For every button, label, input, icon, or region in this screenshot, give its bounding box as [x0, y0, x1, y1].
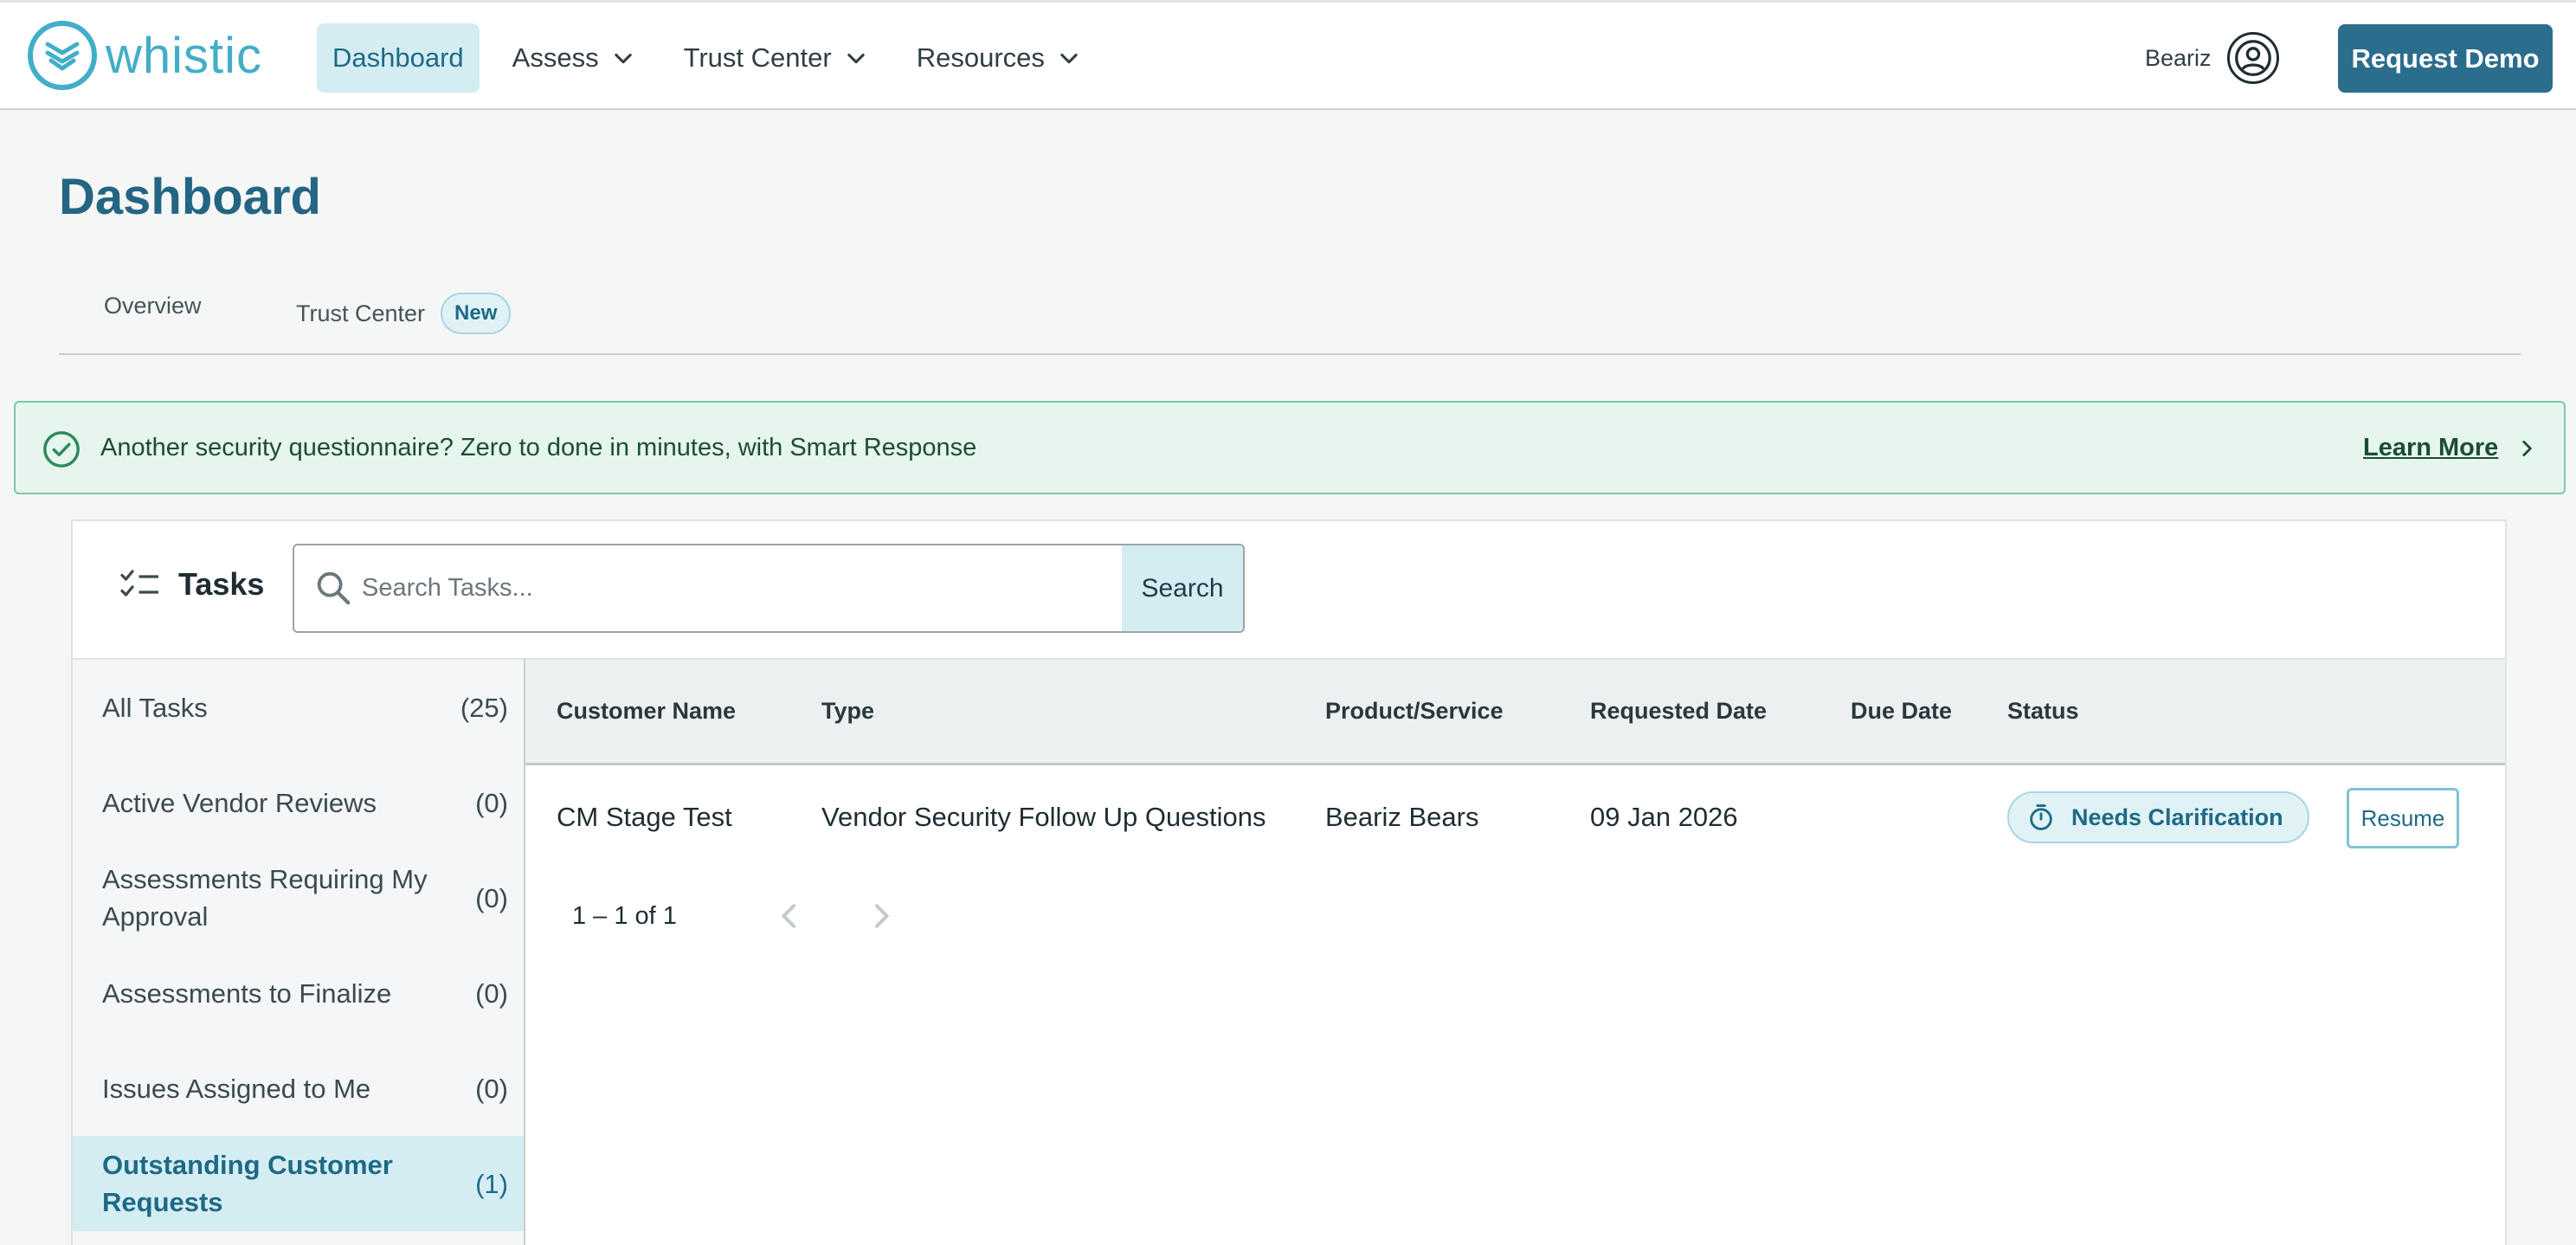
column-status[interactable]: Status	[2007, 698, 2079, 725]
resume-button[interactable]: Resume	[2347, 788, 2459, 848]
category-count: (0)	[475, 1073, 508, 1104]
banner-message: Another security questionnaire? Zero to …	[100, 434, 977, 461]
whistic-logo-mark-icon	[28, 21, 97, 90]
search-tasks-input[interactable]	[362, 545, 1124, 631]
nav-trust-center[interactable]: Trust Center	[668, 23, 884, 93]
tasks-heading: Tasks	[119, 566, 264, 603]
nav-trust-center-label: Trust Center	[683, 42, 832, 73]
tasks-card: Tasks Search All Tasks (25) Active Vendo…	[71, 519, 2507, 1245]
tab-overview-label: Overview	[104, 293, 202, 319]
category-outstanding-customer-requests[interactable]: Outstanding Customer Requests (1)	[73, 1136, 524, 1231]
category-label: Outstanding Customer Requests	[102, 1150, 393, 1217]
chevron-down-icon	[847, 53, 865, 64]
user-menu[interactable]: Beariz	[2145, 32, 2279, 84]
tasks-title: Tasks	[178, 566, 265, 602]
learn-more-link[interactable]: Learn More	[2363, 434, 2538, 462]
task-search-box: Search	[293, 544, 1245, 633]
category-active-vendor-reviews[interactable]: Active Vendor Reviews (0)	[73, 755, 524, 850]
category-assessments-to-finalize[interactable]: Assessments to Finalize (0)	[73, 945, 524, 1041]
smart-response-banner: Another security questionnaire? Zero to …	[14, 401, 2566, 494]
dashboard-tabs: Overview Trust Center New	[59, 281, 2521, 355]
category-count: (25)	[460, 692, 508, 723]
column-customer-name[interactable]: Customer Name	[557, 698, 736, 725]
category-count: (0)	[475, 977, 508, 1009]
top-navigation-bar: whistic Dashboard Assess Trust Center Re…	[0, 0, 2576, 110]
search-button[interactable]: Search	[1122, 545, 1243, 631]
table-header: Customer Name Type Product/Service Reque…	[525, 658, 2505, 765]
chevron-right-icon[interactable]	[864, 899, 898, 933]
category-label: Active Vendor Reviews	[102, 787, 377, 818]
category-count: (1)	[475, 1168, 508, 1199]
column-requested-date[interactable]: Requested Date	[1590, 698, 1767, 725]
status-badge: Needs Clarification	[2007, 791, 2309, 843]
category-label: All Tasks	[102, 692, 208, 723]
cell-customer-name: CM Stage Test	[557, 802, 732, 832]
cell-requested-date: 09 Jan 2026	[1590, 802, 1738, 832]
column-product-service[interactable]: Product/Service	[1325, 698, 1504, 725]
tab-overview[interactable]: Overview	[104, 293, 202, 319]
category-all-tasks[interactable]: All Tasks (25)	[73, 660, 524, 755]
nav-resources-label: Resources	[916, 42, 1045, 73]
stopwatch-icon	[2030, 804, 2052, 830]
status-label: Needs Clarification	[2071, 803, 2283, 830]
category-count: (0)	[475, 787, 508, 818]
table-row[interactable]: CM Stage Test Vendor Security Follow Up …	[525, 765, 2505, 871]
category-label: Issues Assigned to Me	[102, 1073, 371, 1104]
category-count: (0)	[475, 882, 508, 913]
request-demo-button[interactable]: Request Demo	[2338, 24, 2553, 93]
tasks-table: Customer Name Type Product/Service Reque…	[525, 658, 2505, 1245]
learn-more-label: Learn More	[2363, 434, 2499, 461]
category-label: Assessments to Finalize	[102, 977, 392, 1009]
nav-dashboard[interactable]: Dashboard	[317, 23, 480, 93]
column-type[interactable]: Type	[821, 698, 874, 725]
nav-assess[interactable]: Assess	[497, 23, 651, 93]
category-assessments-requiring-approval[interactable]: Assessments Requiring My Approval (0)	[73, 850, 524, 945]
checklist-icon	[120, 570, 158, 597]
nav-assess-label: Assess	[512, 42, 599, 73]
task-category-list: All Tasks (25) Active Vendor Reviews (0)…	[73, 658, 525, 1245]
tab-trust-center[interactable]: Trust Center New	[296, 293, 512, 334]
chevron-down-icon	[1060, 53, 1078, 64]
cell-type: Vendor Security Follow Up Questions	[821, 802, 1266, 832]
tab-trust-center-label: Trust Center	[296, 300, 426, 326]
new-badge: New	[441, 293, 512, 334]
check-circle-icon	[43, 431, 80, 468]
category-issues-assigned-to-me[interactable]: Issues Assigned to Me (0)	[73, 1041, 524, 1136]
tasks-header: Tasks Search	[73, 521, 2505, 658]
user-name: Beariz	[2145, 44, 2212, 71]
page-title: Dashboard	[59, 169, 321, 225]
category-label: Assessments Requiring My Approval	[102, 864, 428, 932]
pagination-range: 1 – 1 of 1	[572, 901, 677, 930]
user-avatar-icon	[2226, 32, 2279, 84]
nav-resources[interactable]: Resources	[901, 23, 1097, 93]
pagination: 1 – 1 of 1	[572, 899, 898, 933]
nav-dashboard-label: Dashboard	[332, 42, 464, 73]
chevron-right-icon	[2522, 440, 2533, 456]
main-nav: Dashboard Assess Trust Center Resources	[317, 23, 1114, 93]
whistic-logo[interactable]: whistic	[28, 20, 262, 91]
column-due-date[interactable]: Due Date	[1851, 698, 1952, 725]
search-icon	[317, 571, 351, 605]
chevron-left-icon[interactable]	[772, 899, 807, 933]
chevron-down-icon	[614, 53, 632, 64]
cell-product-service: Beariz Bears	[1325, 802, 1479, 832]
whistic-logo-text: whistic	[106, 27, 263, 84]
